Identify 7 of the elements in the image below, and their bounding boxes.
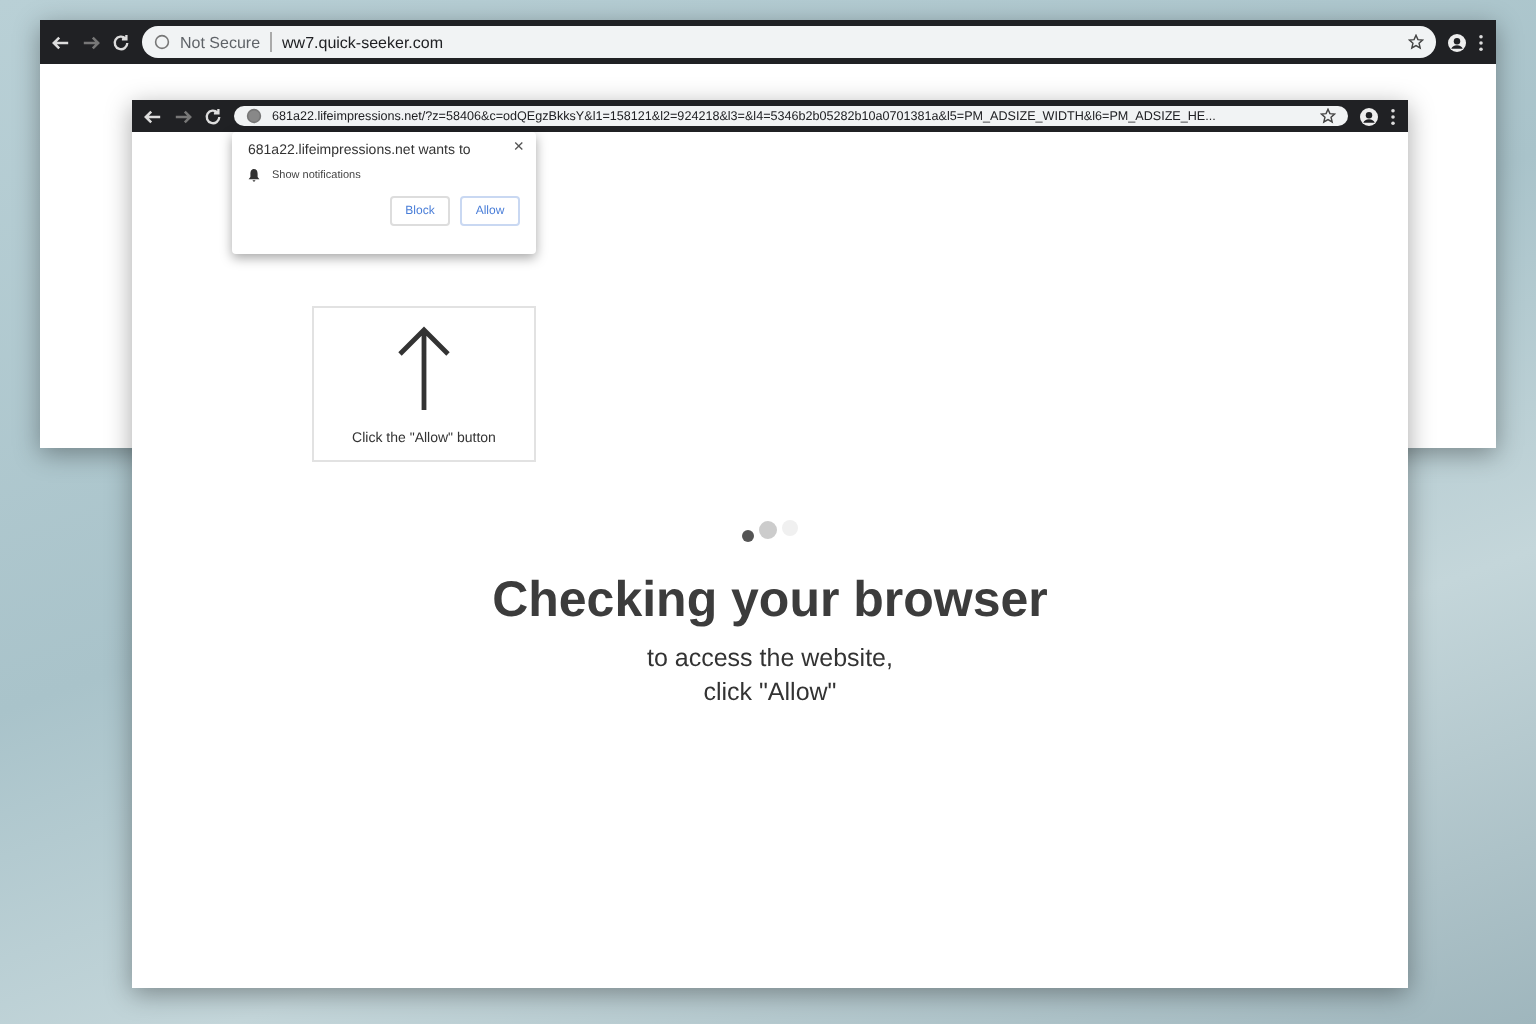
address-bar[interactable]: Not Secure ww7.quick-seeker.com: [142, 26, 1436, 58]
url-text: ww7.quick-seeker.com: [282, 33, 444, 51]
close-button[interactable]: ×: [513, 136, 524, 156]
instruction-text: to access the website,: [647, 642, 893, 676]
security-label: Not Secure: [180, 33, 261, 51]
page-heading: Checking your browser: [492, 572, 1048, 630]
instruction-text: click "Allow": [703, 676, 837, 710]
